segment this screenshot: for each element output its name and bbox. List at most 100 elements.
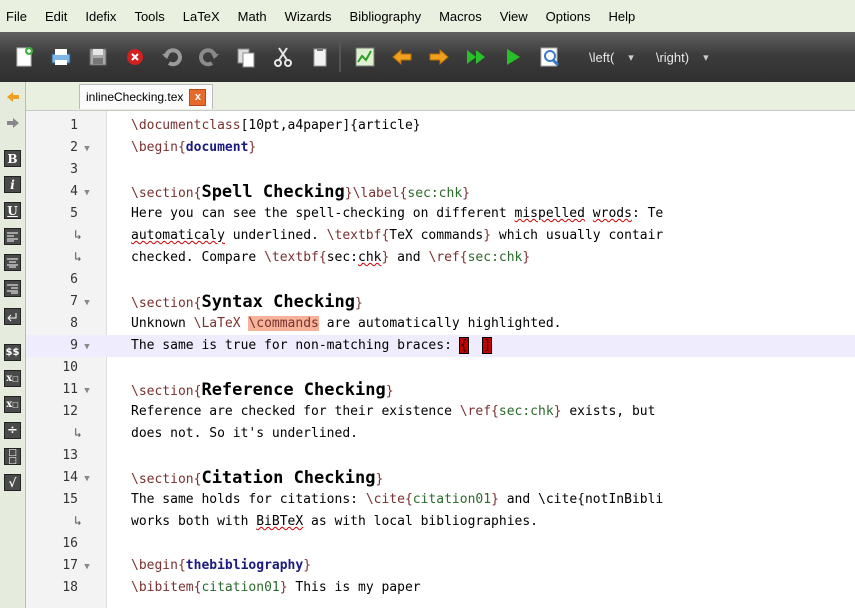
left-delimiter-dropdown-icon[interactable]: ▾ [628, 51, 634, 64]
right-delimiter-dropdown-icon[interactable]: ▾ [703, 51, 709, 64]
tab-bar: inlineChecking.tex x [26, 82, 855, 111]
arrow-right-icon[interactable] [4, 114, 21, 131]
editor-line[interactable]: 7 ▼ \section{Syntax Checking} [26, 291, 855, 313]
superscript-icon[interactable]: x □ [4, 396, 21, 413]
compile-button[interactable] [352, 44, 378, 70]
line-number: 18 [62, 580, 78, 595]
editor-line[interactable]: 16 [26, 533, 855, 555]
new-file-button[interactable] [11, 44, 37, 70]
run-button[interactable] [500, 44, 526, 70]
menu-file[interactable]: File [0, 9, 36, 24]
new-file-icon [16, 47, 33, 67]
editor-line[interactable]: 13 [26, 445, 855, 467]
editor-line[interactable]: 10 [26, 357, 855, 379]
fold-toggle-icon[interactable]: ▼ [78, 468, 96, 490]
line-code: \section{Reference Checking} [131, 380, 394, 400]
editor-line[interactable]: 12 Reference are checked for their existe… [26, 401, 855, 423]
back-button[interactable] [389, 44, 415, 70]
editor-line[interactable]: 15 The same holds for citations: \cite{ci… [26, 489, 855, 511]
editor-line[interactable]: 9 ▼ The same is true for non-matching brac… [26, 335, 855, 357]
line-code: \begin{document} [131, 140, 257, 155]
menu-help[interactable]: Help [599, 9, 644, 24]
underline-icon[interactable]: U [4, 202, 21, 219]
fold-toggle-icon[interactable]: ▼ [78, 556, 96, 578]
editor-line[interactable]: 5 Here you can see the spell-checking on … [26, 203, 855, 225]
menu-edit[interactable]: Edit [36, 9, 76, 24]
redo-button[interactable] [196, 44, 222, 70]
save-icon [89, 48, 107, 66]
align-right-icon[interactable] [4, 280, 21, 297]
structure-toolbar: B i U $$ x □ x □ ÷ □ □ √ [0, 82, 26, 608]
copy-icon [237, 48, 255, 68]
fold-toggle-icon[interactable]: ▼ [78, 336, 96, 358]
newline-icon[interactable] [4, 308, 21, 325]
left-delimiter-select[interactable]: \left( [589, 50, 614, 65]
line-number: 16 [62, 536, 78, 551]
editor-line[interactable]: 6 [26, 269, 855, 291]
menu-wizards[interactable]: Wizards [276, 9, 341, 24]
editor-line[interactable]: ↳ works both with BiBTeX as with local bi… [26, 511, 855, 533]
wrap-indicator-icon: ↳ [74, 426, 82, 441]
line-number: ↳ [26, 225, 102, 247]
menu-bibliography[interactable]: Bibliography [341, 9, 431, 24]
copy-button[interactable] [233, 44, 259, 70]
editor-line[interactable]: 3 [26, 159, 855, 181]
stackrel-icon[interactable]: □ □ [4, 448, 21, 465]
arrow-left-icon[interactable] [4, 88, 21, 105]
fold-toggle-icon[interactable]: ▼ [78, 292, 96, 314]
line-number: 10 [62, 360, 78, 375]
forward-button[interactable] [426, 44, 452, 70]
view-button[interactable] [537, 44, 563, 70]
build-run-button[interactable] [463, 44, 489, 70]
editor-line[interactable]: 11 ▼ \section{Reference Checking} [26, 379, 855, 401]
editor[interactable]: 1 \documentclass[10pt,a4paper]{article} 2 ▼… [26, 111, 855, 608]
menu-macros[interactable]: Macros [430, 9, 491, 24]
editor-line[interactable]: 1 \documentclass[10pt,a4paper]{article} [26, 115, 855, 137]
editor-line[interactable]: ↳ does not. So it's underlined. [26, 423, 855, 445]
save-all-button[interactable] [48, 44, 74, 70]
bold-icon[interactable]: B [4, 150, 21, 167]
line-code: \section{Syntax Checking} [131, 292, 363, 312]
menu-options[interactable]: Options [537, 9, 600, 24]
toolbar: \left( ▾ \right) ▾ [0, 32, 855, 82]
menu-tools[interactable]: Tools [125, 9, 173, 24]
italic-icon[interactable]: i [4, 176, 21, 193]
fold-toggle-icon[interactable]: ▼ [78, 138, 96, 160]
chart-icon [355, 47, 375, 67]
line-number: 5 [70, 206, 78, 221]
save-button[interactable] [85, 44, 111, 70]
align-left-icon[interactable] [4, 228, 21, 245]
editor-line[interactable]: ↳ automaticaly underlined. \textbf{TeX co… [26, 225, 855, 247]
menu-bar: File Edit Idefix Tools LaTeX Math Wizards Bibli… [0, 0, 855, 32]
sqrt-icon[interactable]: √ [4, 474, 21, 491]
subscript-icon[interactable]: x □ [4, 370, 21, 387]
fold-toggle-icon[interactable]: ▼ [78, 182, 96, 204]
paste-button[interactable] [307, 44, 333, 70]
editor-line[interactable]: 18 \bibitem{citation01} This is my paper [26, 577, 855, 599]
cut-button[interactable] [270, 44, 296, 70]
menu-view[interactable]: View [491, 9, 537, 24]
line-number: 2 ▼ [26, 137, 102, 160]
fold-toggle-icon[interactable]: ▼ [78, 380, 96, 402]
menu-idefix[interactable]: Idefix [76, 9, 125, 24]
line-number: 17 ▼ [26, 555, 102, 578]
line-number: 8 [70, 316, 78, 331]
align-center-icon[interactable] [4, 254, 21, 271]
close-document-button[interactable] [122, 44, 148, 70]
tab-inlinechecking[interactable]: inlineChecking.tex x [79, 84, 214, 109]
editor-line[interactable]: 17 ▼ \begin{thebibliography} [26, 555, 855, 577]
editor-line[interactable]: 2 ▼ \begin{document} [26, 137, 855, 159]
fraction-icon[interactable]: ÷ [4, 422, 21, 439]
editor-line[interactable]: 8 Unknown \LaTeX \commands are automatica… [26, 313, 855, 335]
display-math-icon[interactable]: $$ [4, 344, 21, 361]
close-tab-icon[interactable]: x [189, 88, 207, 106]
arrow-right-icon [429, 48, 449, 66]
menu-latex[interactable]: LaTeX [174, 9, 229, 24]
editor-line[interactable]: 14 ▼ \section{Citation Checking} [26, 467, 855, 489]
right-delimiter-select[interactable]: \right) [656, 50, 689, 65]
editor-line[interactable]: ↳ checked. Compare \textbf{sec:chk} and \… [26, 247, 855, 269]
line-code: Unknown \LaTeX \commands are automatical… [131, 316, 562, 331]
undo-button[interactable] [159, 44, 185, 70]
editor-line[interactable]: 4 ▼ \section{Spell Checking}\label{sec:chk… [26, 181, 855, 203]
menu-math[interactable]: Math [229, 9, 276, 24]
